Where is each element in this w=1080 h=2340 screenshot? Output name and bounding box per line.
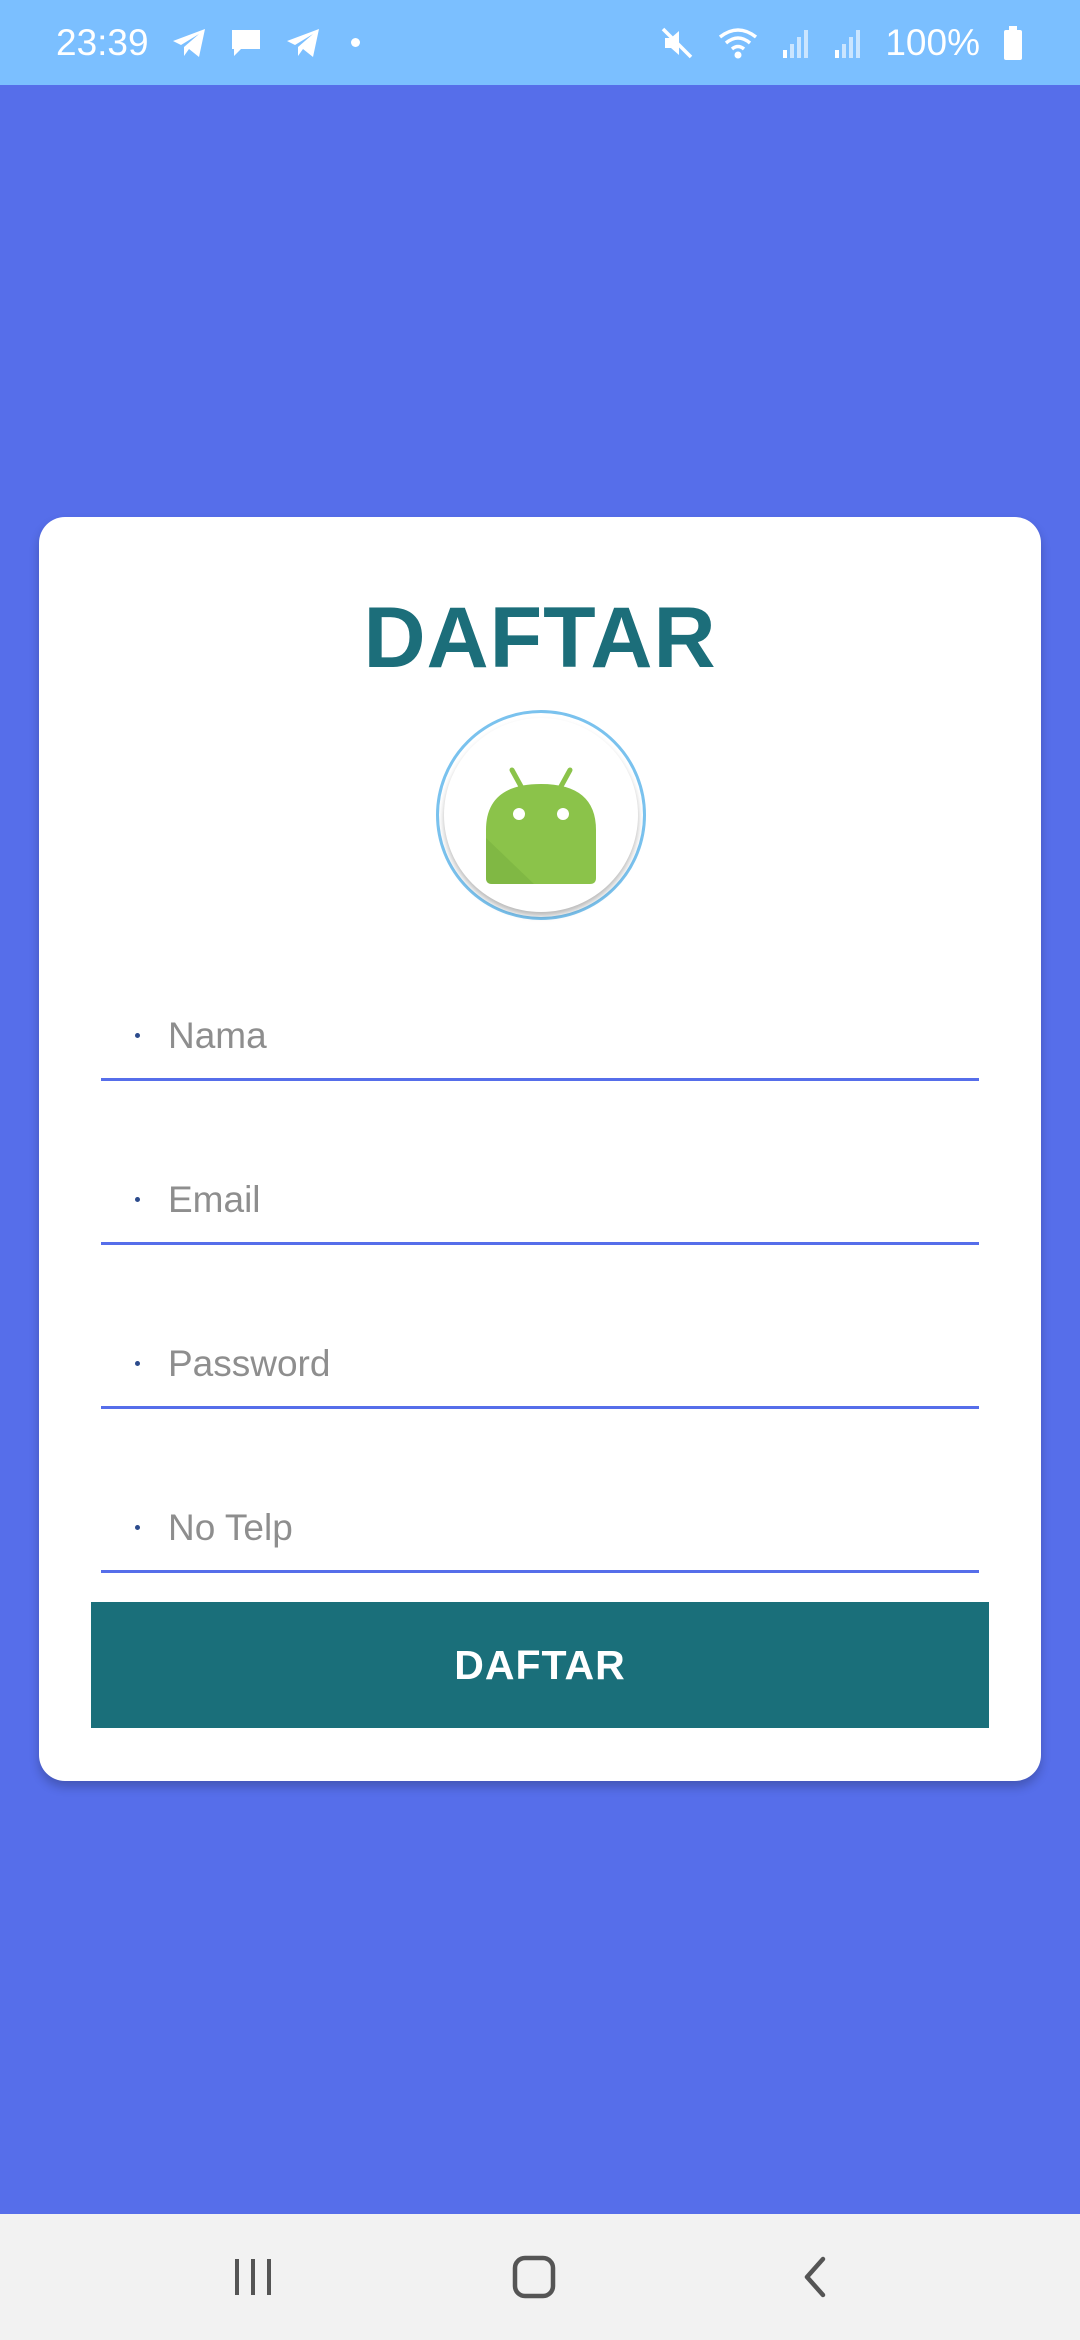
register-button[interactable]: DAFTAR <box>91 1602 989 1728</box>
phone-input[interactable] <box>168 1497 948 1558</box>
avatar[interactable] <box>436 710 646 920</box>
mute-icon <box>659 25 695 61</box>
bullet-icon <box>135 1197 140 1202</box>
password-field[interactable] <box>101 1321 979 1409</box>
wifi-icon <box>717 25 759 61</box>
status-time: 23:39 <box>56 21 149 63</box>
bullet-icon <box>135 1033 140 1038</box>
phone-field[interactable] <box>101 1485 979 1573</box>
home-icon <box>512 2255 556 2299</box>
name-field[interactable] <box>101 993 979 1081</box>
page-title: DAFTAR <box>363 590 717 686</box>
avatar-image <box>444 718 638 912</box>
android-icon <box>486 767 596 884</box>
password-input[interactable] <box>168 1333 948 1394</box>
bullet-icon <box>135 1361 140 1366</box>
status-bar: 23:39 100% <box>0 0 1080 85</box>
telegram-icon <box>171 27 207 59</box>
status-right: 100% <box>659 22 1024 64</box>
battery-icon <box>1002 25 1024 61</box>
status-left: 23:39 <box>56 22 360 64</box>
signal-icon <box>781 26 811 60</box>
signal-icon <box>833 26 863 60</box>
message-icon <box>229 27 263 59</box>
name-input[interactable] <box>168 1005 948 1066</box>
back-icon <box>804 2256 826 2298</box>
bullet-icon <box>135 1525 140 1530</box>
back-button[interactable] <box>735 2214 895 2340</box>
telegram-icon <box>285 27 321 59</box>
navigation-bar <box>0 2214 1080 2340</box>
email-input[interactable] <box>168 1169 948 1230</box>
dot-icon <box>350 38 360 47</box>
recents-button[interactable] <box>173 2214 333 2340</box>
email-field[interactable] <box>101 1157 979 1245</box>
register-card: DAFTAR DAFTAR <box>39 517 1041 1781</box>
recents-icon <box>235 2259 271 2295</box>
battery-percentage: 100% <box>885 21 980 63</box>
home-button[interactable] <box>454 2214 614 2340</box>
